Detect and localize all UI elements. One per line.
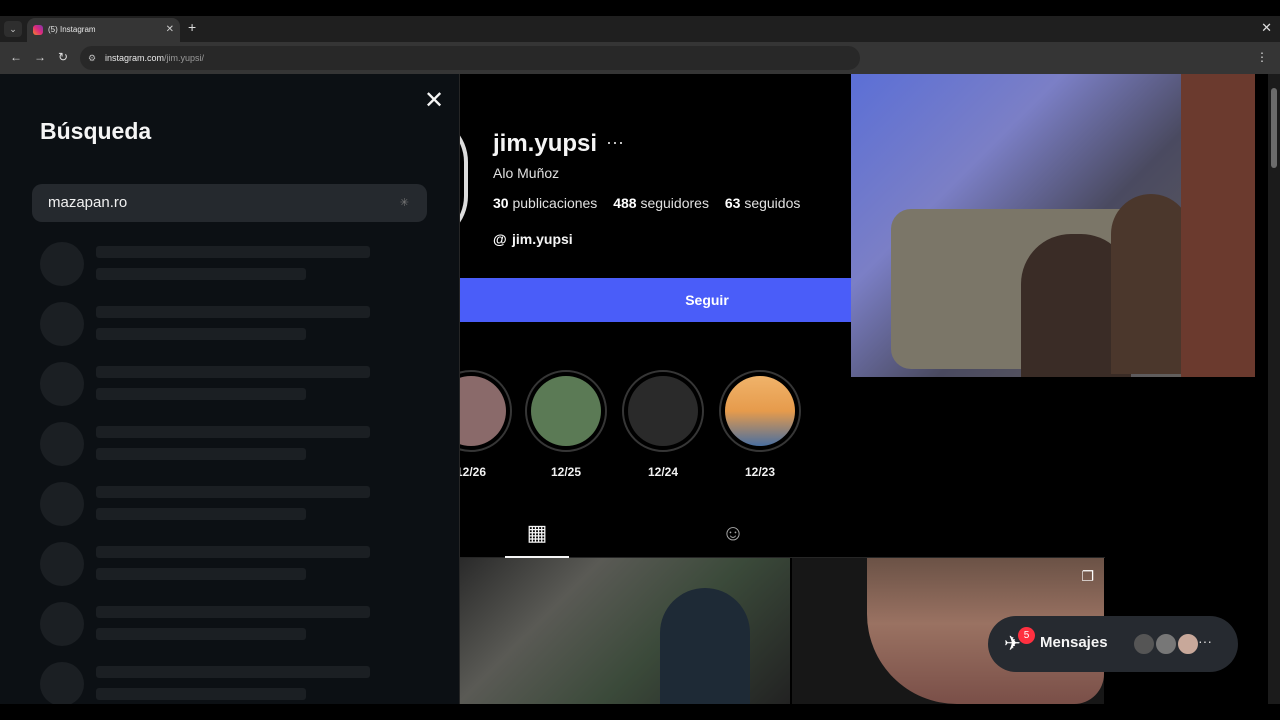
messages-button[interactable]: ✈ 5 Mensajes ···: [988, 616, 1238, 672]
search-input[interactable]: mazapan.ro ✳: [32, 184, 427, 222]
following-stat[interactable]: 63 seguidos: [725, 195, 801, 211]
new-tab-icon[interactable]: +: [188, 19, 196, 35]
highlight-4[interactable]: [719, 370, 801, 452]
messages-label: Mensajes: [1040, 634, 1108, 651]
url-field[interactable]: ⚙ instagram.com/jim.yupsi/: [80, 46, 860, 70]
loading-skeleton-row: [40, 602, 380, 648]
url-host: instagram.com: [105, 53, 165, 63]
highlight-1-label: 12/26: [460, 465, 486, 479]
site-settings-icon[interactable]: ⚙: [88, 46, 96, 70]
threads-link[interactable]: @ jim.yupsi: [493, 231, 573, 247]
loading-skeleton-row: [40, 242, 380, 288]
loading-spinner-icon: ✳: [399, 197, 409, 209]
forward-icon[interactable]: →: [34, 50, 46, 64]
url-path: /jim.yupsi/: [164, 53, 205, 63]
browser-tabbar: ⌄ (5) Instagram ✕ + ✕: [0, 16, 1280, 42]
browser-tab[interactable]: (5) Instagram ✕: [27, 18, 180, 42]
avatar: [1154, 632, 1178, 656]
loading-skeleton-row: [40, 362, 380, 408]
posts-stat[interactable]: 30 publicaciones: [493, 195, 597, 211]
reload-icon[interactable]: ↻: [58, 50, 68, 64]
instagram-favicon-icon: [33, 25, 43, 35]
loading-skeleton-row: [40, 542, 380, 588]
profile-username: jim.yupsi: [493, 130, 598, 157]
post-thumbnail[interactable]: [460, 558, 790, 704]
threads-icon: @: [493, 231, 507, 247]
page-content: jim.yupsi ··· Alo Muñoz 30 publicaciones…: [0, 74, 1280, 706]
avatar: [1176, 632, 1200, 656]
profile-options-icon[interactable]: ···: [606, 132, 624, 153]
page-scrollbar[interactable]: [1268, 74, 1280, 704]
messages-more-icon[interactable]: ···: [1198, 633, 1212, 649]
bottom-strip: [0, 704, 1280, 720]
search-query: mazapan.ro: [48, 194, 128, 211]
highlight-2-label: 12/25: [550, 465, 582, 479]
highlight-2[interactable]: [525, 370, 607, 452]
highlight-3-label: 12/24: [647, 465, 679, 479]
tagged-tab-icon[interactable]: ☺: [708, 520, 758, 558]
search-title: Búsqueda: [40, 118, 152, 144]
webcam-overlay: [851, 74, 1255, 377]
tab-close-icon[interactable]: ✕: [166, 18, 174, 42]
browser-menu-icon[interactable]: ⋮: [1256, 50, 1268, 64]
window-close-icon[interactable]: ✕: [1261, 20, 1272, 36]
followers-stat[interactable]: 488 seguidores: [613, 195, 709, 211]
posts-grid-tab-icon[interactable]: ▦: [505, 520, 569, 558]
address-bar: ← → ↻ ⚙ instagram.com/jim.yupsi/ ⋮: [0, 42, 1280, 74]
back-icon[interactable]: ←: [10, 50, 22, 64]
tab-title: (5) Instagram: [48, 25, 96, 34]
profile-stats: 30 publicaciones 488 seguidores 63 segui…: [493, 195, 812, 211]
close-search-icon[interactable]: ✕: [424, 86, 444, 115]
search-panel: Búsqueda ✕ mazapan.ro ✳: [0, 74, 460, 706]
highlight-3[interactable]: [622, 370, 704, 452]
carousel-icon: ❐: [1081, 568, 1094, 584]
avatar: [1132, 632, 1156, 656]
profile-full-name: Alo Muñoz: [493, 165, 560, 181]
messages-badge: 5: [1018, 627, 1035, 644]
loading-skeleton-row: [40, 302, 380, 348]
highlight-4-label: 12/23: [744, 465, 776, 479]
highlight-1[interactable]: [460, 370, 512, 452]
loading-skeleton-row: [40, 482, 380, 528]
loading-skeleton-row: [40, 662, 380, 708]
tab-search-dropdown-icon[interactable]: ⌄: [4, 21, 22, 37]
loading-skeleton-row: [40, 422, 380, 468]
profile-avatar[interactable]: [460, 114, 468, 244]
